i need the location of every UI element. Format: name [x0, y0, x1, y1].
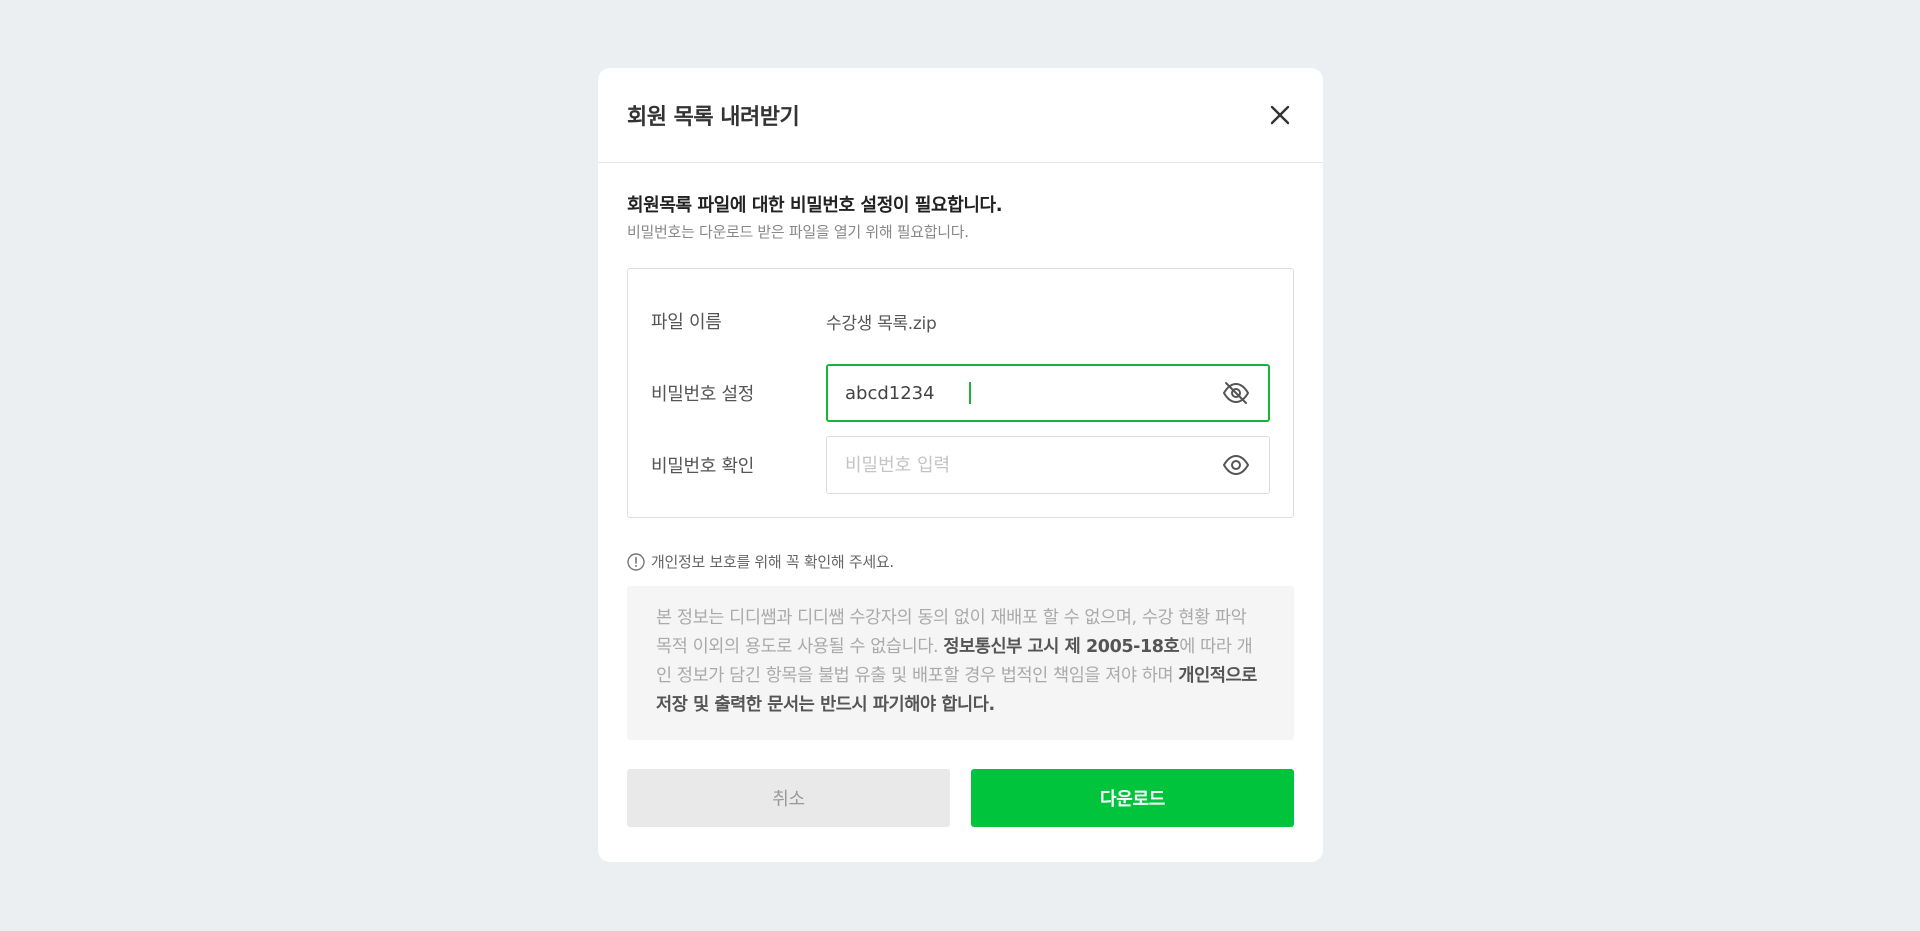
password-row: 비밀번호 설정 [651, 364, 1270, 422]
privacy-notice-box: 본 정보는 디디쌤과 디디쌤 수강자의 동의 없이 재배포 할 수 없으며, 수… [627, 586, 1294, 740]
notice-headline-text: 개인정보 보호를 위해 꼭 확인해 주세요. [651, 553, 894, 571]
confirm-password-label: 비밀번호 확인 [651, 456, 754, 477]
close-icon [1270, 105, 1290, 125]
info-icon [627, 552, 645, 571]
eye-off-icon [1222, 382, 1250, 404]
show-password-button[interactable] [1221, 450, 1251, 480]
modal-body: 회원목록 파일에 대한 비밀번호 설정이 필요합니다. 비밀번호는 다운로드 받… [598, 163, 1323, 827]
notice-bold-1: 정보통신부 고시 제 2005-18호 [943, 637, 1180, 657]
password-form: 파일 이름 수강생 목록.zip 비밀번호 설정 abcd1234 비밀번호 확… [627, 268, 1294, 518]
description-sub: 비밀번호는 다운로드 받은 파일을 열기 위해 필요합니다. [627, 223, 969, 241]
file-name-row: 파일 이름 수강생 목록.zip [651, 292, 1270, 350]
eye-icon [1222, 454, 1250, 476]
privacy-notice-headline: 개인정보 보호를 위해 꼭 확인해 주세요. [627, 551, 1294, 572]
hide-password-button[interactable] [1221, 378, 1251, 408]
description-main: 회원목록 파일에 대한 비밀번호 설정이 필요합니다. [627, 195, 1003, 216]
text-caret [969, 382, 971, 404]
confirm-password-row: 비밀번호 확인 [651, 436, 1270, 494]
close-button[interactable] [1266, 101, 1294, 129]
password-input[interactable] [845, 382, 1219, 404]
confirm-password-input[interactable] [845, 454, 1221, 476]
cancel-button[interactable]: 취소 [627, 769, 950, 827]
download-member-list-modal: 회원 목록 내려받기 회원목록 파일에 대한 비밀번호 설정이 필요합니다. 비… [598, 68, 1323, 862]
confirm-password-field[interactable] [826, 436, 1270, 494]
modal-title: 회원 목록 내려받기 [627, 105, 800, 130]
file-name-value: 수강생 목록.zip [826, 313, 937, 334]
password-field[interactable] [826, 364, 1270, 422]
action-buttons: 취소 다운로드 [627, 769, 1294, 827]
file-name-label: 파일 이름 [651, 312, 722, 333]
download-button[interactable]: 다운로드 [971, 769, 1294, 827]
modal-header: 회원 목록 내려받기 [598, 68, 1323, 163]
password-label: 비밀번호 설정 [651, 384, 754, 405]
